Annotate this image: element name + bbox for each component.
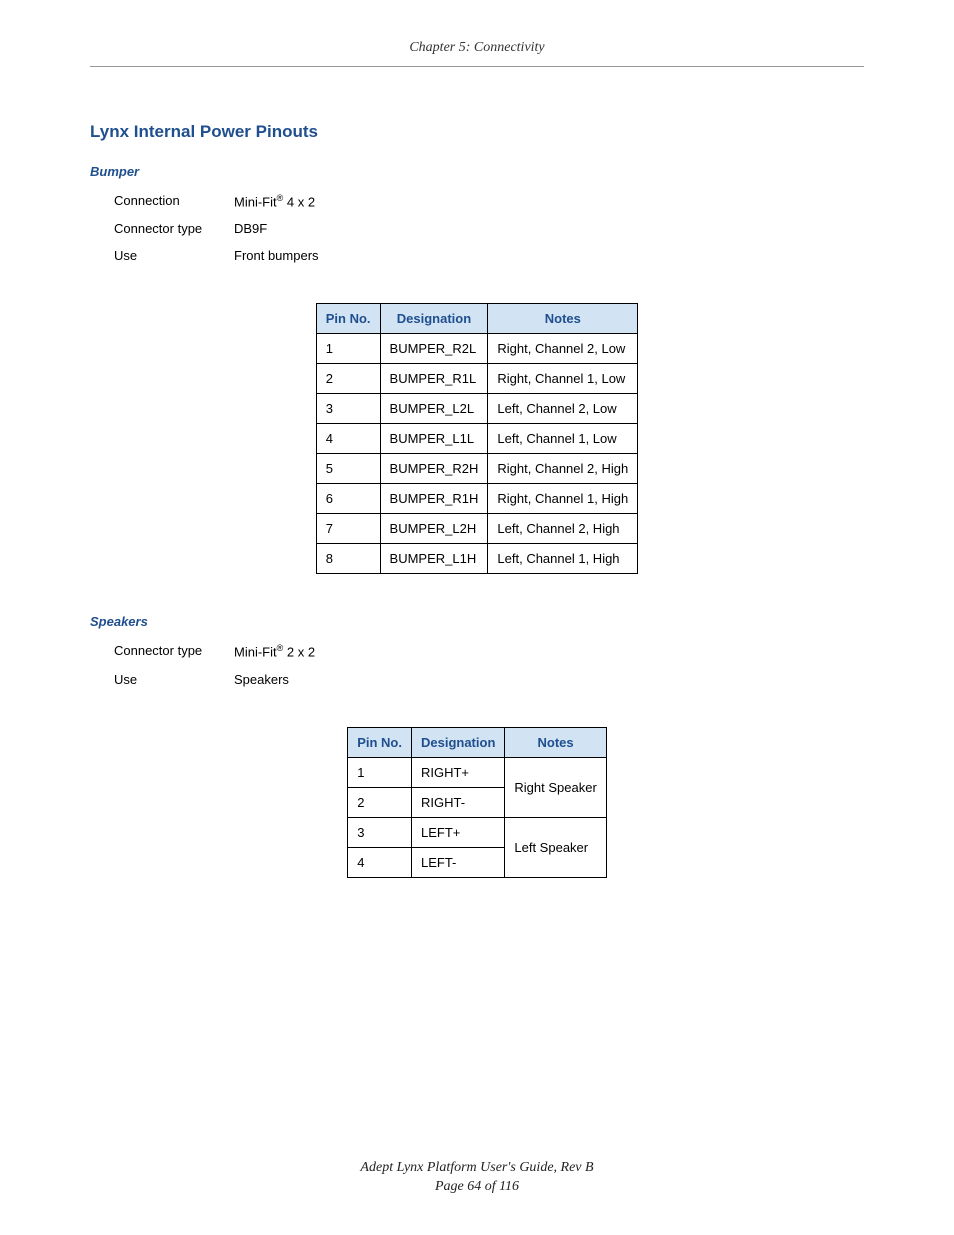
cell-designation: BUMPER_L2L [380,394,488,424]
cell-designation: LEFT- [411,847,504,877]
table-row: 2BUMPER_R1LRight, Channel 1, Low [316,364,637,394]
cell-notes: Right Speaker [505,757,606,817]
chapter-title: Chapter 5: Connectivity [409,40,544,55]
footer-page-number: Page 64 of 116 [90,1177,864,1197]
spec-value-prefix: Mini-Fit [234,194,277,209]
col-header-notes: Notes [505,727,606,757]
col-header-designation: Designation [380,304,488,334]
spec-value-prefix: Mini-Fit [234,645,277,660]
cell-designation: RIGHT+ [411,757,504,787]
cell-designation: BUMPER_L1H [380,544,488,574]
chapter-header: Chapter 5: Connectivity [90,40,864,67]
table-row: 3BUMPER_L2LLeft, Channel 2, Low [316,394,637,424]
cell-notes: Left, Channel 2, Low [488,394,638,424]
cell-pin: 1 [348,757,412,787]
footer-guide-title: Adept Lynx Platform User's Guide, Rev B [90,1158,864,1178]
spec-row-connector-type: Connector type DB9F [114,221,864,236]
spec-row-connection: Connection Mini-Fit® 4 x 2 [114,193,864,209]
spec-row-use: Use Speakers [114,672,864,687]
spec-value: Front bumpers [234,248,864,263]
cell-notes: Left, Channel 1, Low [488,424,638,454]
spec-value: Speakers [234,672,864,687]
cell-notes: Left Speaker [505,817,606,877]
table-row: 8BUMPER_L1HLeft, Channel 1, High [316,544,637,574]
table-header-row: Pin No. Designation Notes [316,304,637,334]
col-header-notes: Notes [488,304,638,334]
cell-pin: 4 [316,424,380,454]
bumper-heading: Bumper [90,164,864,179]
spec-label: Use [114,248,234,263]
speakers-pinout-table: Pin No. Designation Notes 1 RIGHT+ Right… [347,727,607,878]
spec-label: Use [114,672,234,687]
spec-label: Connector type [114,221,234,236]
table-row: 4BUMPER_L1LLeft, Channel 1, Low [316,424,637,454]
cell-pin: 2 [316,364,380,394]
cell-notes: Left, Channel 2, High [488,514,638,544]
cell-designation: BUMPER_R2L [380,334,488,364]
table-row: 1 RIGHT+ Right Speaker [348,757,607,787]
spec-value: Mini-Fit® 4 x 2 [234,193,864,209]
cell-pin: 8 [316,544,380,574]
cell-designation: RIGHT- [411,787,504,817]
cell-notes: Right, Channel 2, High [488,454,638,484]
cell-pin: 2 [348,787,412,817]
cell-pin: 5 [316,454,380,484]
table-row: 7BUMPER_L2HLeft, Channel 2, High [316,514,637,544]
cell-designation: BUMPER_R1H [380,484,488,514]
cell-designation: BUMPER_L2H [380,514,488,544]
speakers-spec-list: Connector type Mini-Fit® 2 x 2 Use Speak… [114,643,864,686]
bumper-table-body: 1BUMPER_R2LRight, Channel 2, Low2BUMPER_… [316,334,637,574]
col-header-designation: Designation [411,727,504,757]
spec-value: Mini-Fit® 2 x 2 [234,643,864,659]
spec-label: Connector type [114,643,234,659]
page-footer: Adept Lynx Platform User's Guide, Rev B … [90,1158,864,1197]
speakers-heading: Speakers [90,614,864,629]
spec-row-connector-type: Connector type Mini-Fit® 2 x 2 [114,643,864,659]
cell-notes: Right, Channel 1, High [488,484,638,514]
spec-value-suffix: 2 x 2 [283,645,315,660]
col-header-pin: Pin No. [348,727,412,757]
cell-notes: Right, Channel 1, Low [488,364,638,394]
cell-designation: BUMPER_R1L [380,364,488,394]
col-header-pin: Pin No. [316,304,380,334]
cell-notes: Left, Channel 1, High [488,544,638,574]
table-row: 6BUMPER_R1HRight, Channel 1, High [316,484,637,514]
cell-pin: 3 [316,394,380,424]
bumper-spec-list: Connection Mini-Fit® 4 x 2 Connector typ… [114,193,864,263]
cell-pin: 7 [316,514,380,544]
bumper-pinout-table: Pin No. Designation Notes 1BUMPER_R2LRig… [316,303,638,574]
spec-value: DB9F [234,221,864,236]
table-row: 5BUMPER_R2HRight, Channel 2, High [316,454,637,484]
cell-notes: Right, Channel 2, Low [488,334,638,364]
cell-pin: 1 [316,334,380,364]
spec-value-suffix: 4 x 2 [283,194,315,209]
spec-row-use: Use Front bumpers [114,248,864,263]
cell-pin: 4 [348,847,412,877]
table-row: 1BUMPER_R2LRight, Channel 2, Low [316,334,637,364]
cell-designation: BUMPER_L1L [380,424,488,454]
cell-pin: 6 [316,484,380,514]
table-header-row: Pin No. Designation Notes [348,727,607,757]
cell-designation: LEFT+ [411,817,504,847]
table-row: 3 LEFT+ Left Speaker [348,817,607,847]
cell-pin: 3 [348,817,412,847]
section-heading: Lynx Internal Power Pinouts [90,122,864,142]
cell-designation: BUMPER_R2H [380,454,488,484]
spec-label: Connection [114,193,234,209]
